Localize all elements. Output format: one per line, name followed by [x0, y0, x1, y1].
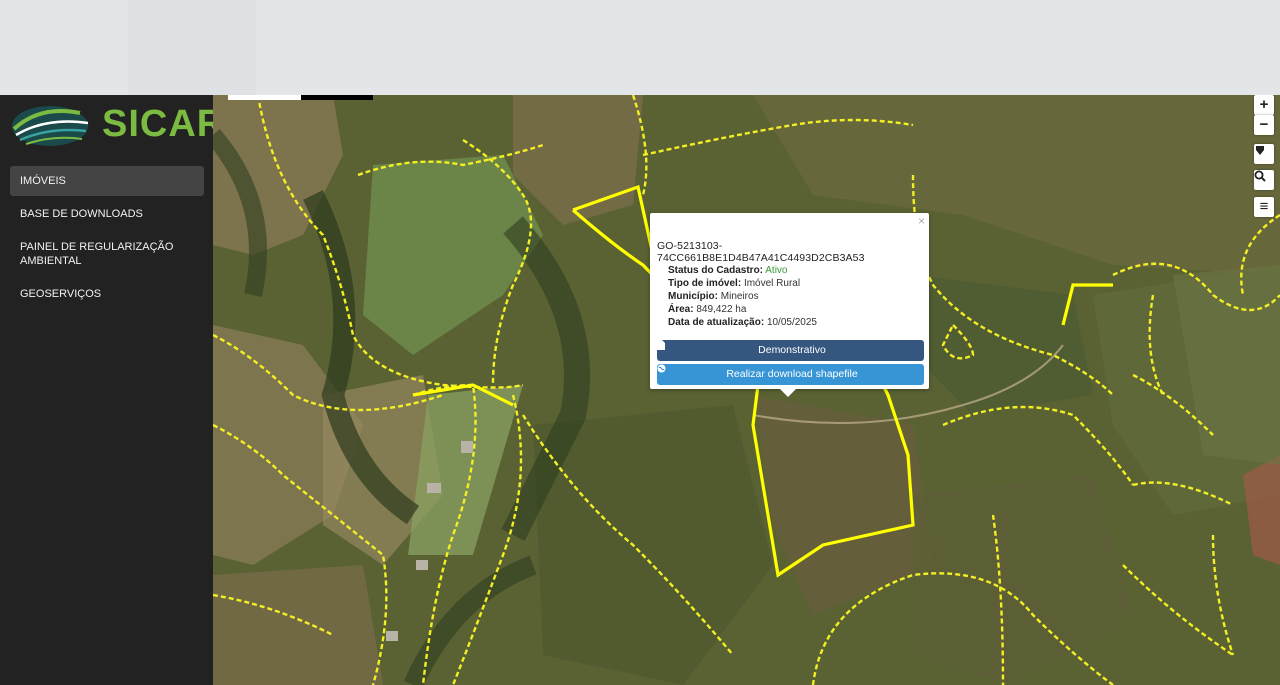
nav-item-geoservicos[interactable]: GEOSERVIÇOS — [10, 279, 204, 309]
car-code: GO-5213103-74CC661B8E1D4B47A41C4493D2CB3… — [657, 240, 865, 264]
field-value: 10/05/2025 — [766, 317, 817, 328]
top-panel-segment — [128, 0, 256, 95]
property-details: Status do Cadastro: Ativo Tipo de imóvel… — [668, 264, 817, 329]
zoom-in-button[interactable]: + — [1254, 95, 1274, 115]
layers-toggle-button[interactable] — [1254, 144, 1274, 164]
logo-emblem-icon — [12, 106, 89, 146]
nav-item-painel-regularizacao[interactable]: PAINEL DE REGULARIZAÇÃO AMBIENTAL — [10, 232, 204, 276]
demonstrativo-label: Demonstrativo — [758, 344, 826, 356]
field-label: Área: — [668, 304, 694, 315]
zoom-out-button[interactable]: − — [1254, 115, 1274, 135]
field-data-atualizacao: Data de atualização: 10/05/2025 — [668, 316, 817, 329]
field-area: Área: 849,422 ha — [668, 303, 817, 316]
logo-text: SICAR — [102, 103, 226, 145]
nav-item-imoveis[interactable]: IMÓVEIS — [10, 166, 204, 196]
map-imagery[interactable] — [213, 95, 1280, 685]
status-value: Ativo — [765, 265, 788, 276]
map-scale-bar — [228, 95, 373, 100]
field-value: Imóvel Rural — [743, 278, 801, 289]
field-value: 849,422 ha — [696, 304, 747, 315]
field-tipo: Tipo de imóvel: Imóvel Rural — [668, 277, 817, 290]
field-label: Tipo de imóvel: — [668, 278, 742, 289]
menu-button[interactable]: ≡ — [1254, 197, 1274, 217]
field-municipio: Município: Mineiros — [668, 290, 817, 303]
sidebar: SICAR IMÓVEIS BASE DE DOWNLOADS PAINEL D… — [0, 95, 224, 685]
download-shapefile-label: Realizar download shapefile — [726, 368, 858, 380]
nav-item-base-downloads[interactable]: BASE DE DOWNLOADS — [10, 199, 204, 229]
sicar-logo[interactable]: SICAR — [10, 99, 224, 149]
satellite-map[interactable]: + − ≡ × GO-5213103-74CC661B8E1D4B47A41C4… — [213, 95, 1280, 685]
browser-top-area — [0, 0, 1280, 95]
download-shapefile-button[interactable]: Realizar download shapefile — [657, 364, 924, 385]
field-value: Mineiros — [720, 291, 759, 302]
field-label: Data de atualização: — [668, 317, 765, 328]
search-button[interactable] — [1254, 170, 1274, 190]
demonstrativo-button[interactable]: Demonstrativo — [657, 340, 924, 361]
popup-close-button[interactable]: × — [918, 214, 925, 228]
property-popup: × GO-5213103-74CC661B8E1D4B47A41C4493D2C… — [650, 213, 929, 397]
field-label: Status do Cadastro: — [668, 265, 764, 276]
field-label: Município: — [668, 291, 718, 302]
main-nav: IMÓVEIS BASE DE DOWNLOADS PAINEL DE REGU… — [10, 166, 204, 312]
field-status: Status do Cadastro: Ativo — [668, 264, 817, 277]
